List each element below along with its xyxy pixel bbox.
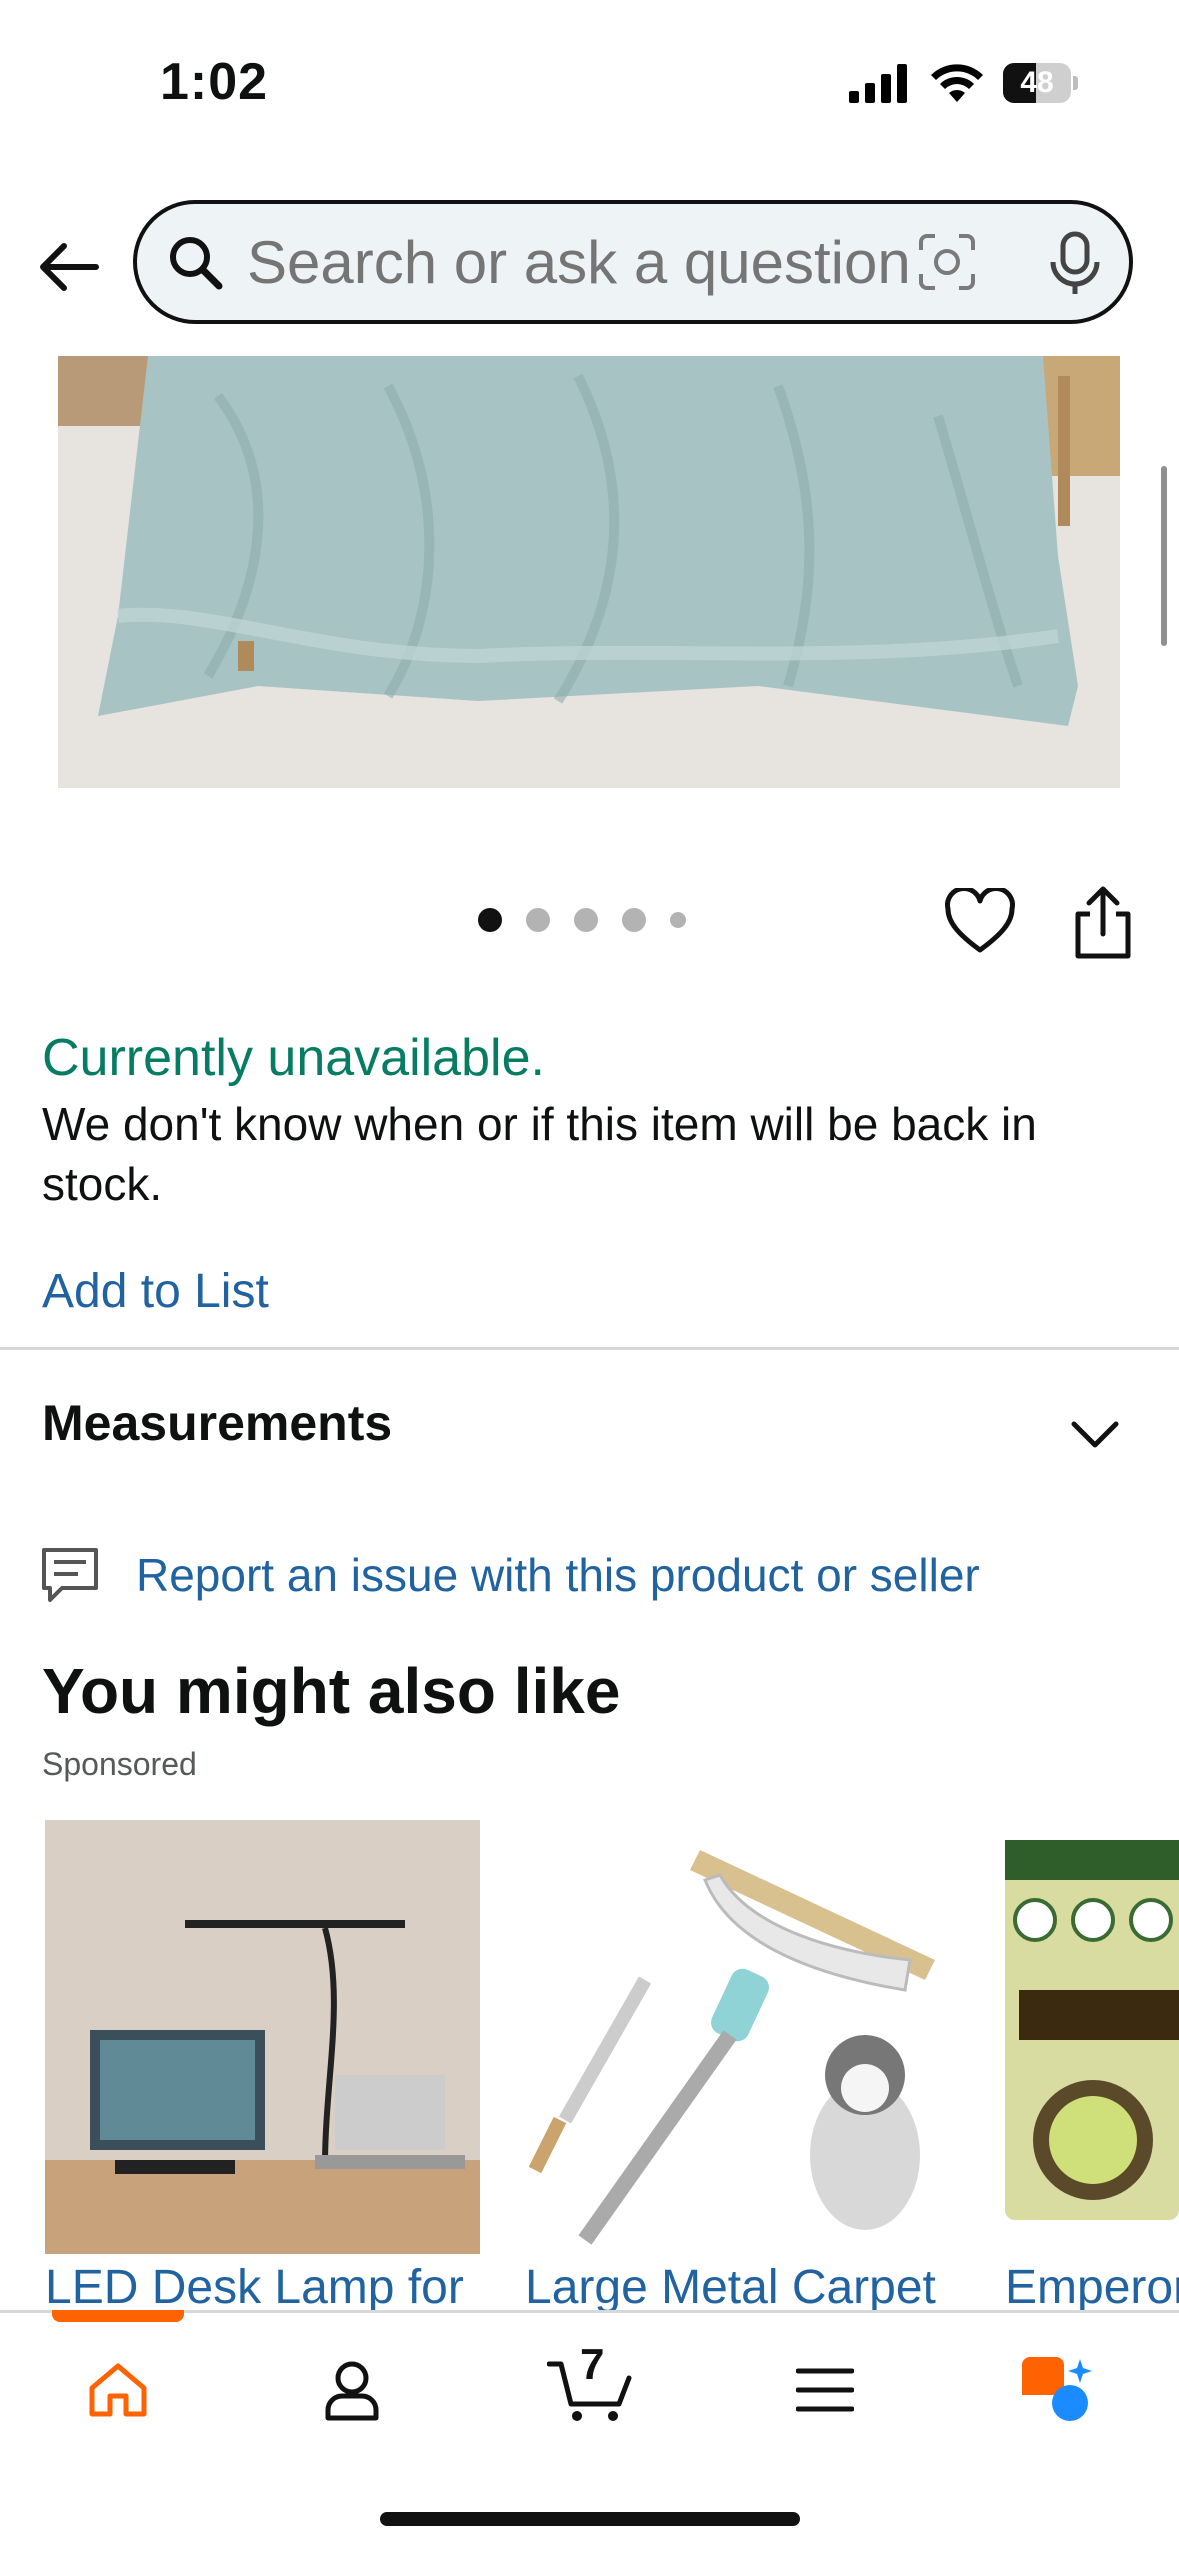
availability-status: Currently unavailable. — [42, 1029, 545, 1087]
battery-percent: 48 — [1020, 66, 1054, 99]
cart-count-badge: 7 — [580, 2340, 605, 2389]
sponsored-label: Sponsored — [42, 1746, 197, 1782]
carousel-dot[interactable] — [526, 908, 550, 932]
recommendations-heading: You might also like — [42, 1655, 621, 1727]
microphone-icon[interactable] — [1047, 230, 1103, 296]
camera-search-icon[interactable] — [917, 232, 977, 292]
product-card-image[interactable] — [525, 1820, 965, 2254]
carousel-dot[interactable] — [574, 908, 598, 932]
carpet-rake-image — [525, 1820, 965, 2254]
status-time: 1:02 — [160, 53, 269, 111]
nav-menu[interactable] — [775, 2340, 875, 2440]
carousel-dot[interactable] — [478, 908, 502, 932]
image-carousel-dots[interactable] — [478, 908, 686, 932]
nav-rufus[interactable] — [1008, 2340, 1108, 2440]
wifi-icon — [931, 64, 983, 102]
bedsheet-image — [58, 356, 1120, 788]
share-icon[interactable] — [1070, 884, 1136, 960]
home-icon — [89, 2363, 147, 2417]
product-card-title[interactable]: Emperor — [1005, 2260, 1179, 2315]
section-divider — [0, 1347, 1179, 1350]
rufus-icon — [1022, 2357, 1092, 2421]
product-card-image[interactable] — [1005, 1820, 1179, 2254]
carousel-dot[interactable] — [670, 912, 686, 928]
heart-icon[interactable] — [944, 888, 1016, 956]
scroll-indicator — [1161, 466, 1167, 646]
desk-lamp-image — [45, 1820, 480, 2254]
battery-icon: 48 — [1003, 63, 1079, 103]
back-button[interactable] — [30, 228, 108, 306]
search-input[interactable] — [245, 226, 909, 298]
feedback-icon — [42, 1548, 98, 1602]
product-card-title[interactable]: LED Desk Lamp for — [45, 2260, 464, 2315]
menu-icon — [796, 2368, 854, 2412]
account-icon — [325, 2361, 379, 2421]
home-indicator — [380, 2512, 800, 2526]
nav-account[interactable] — [302, 2340, 402, 2440]
search-bar[interactable] — [133, 200, 1133, 324]
add-to-list-link[interactable]: Add to List — [42, 1264, 269, 1319]
product-image[interactable] — [58, 356, 1120, 788]
report-issue-link[interactable]: Report an issue with this product or sel… — [136, 1548, 980, 1602]
nav-home[interactable] — [68, 2340, 168, 2440]
product-card-title[interactable]: Large Metal Carpet — [525, 2260, 936, 2315]
status-icons: 48 — [849, 62, 1079, 104]
sencha-tea-image — [1005, 1820, 1179, 2254]
arrow-left-icon — [40, 243, 99, 291]
active-tab-indicator — [52, 2310, 184, 2322]
availability-message: We don't know when or if this item will … — [42, 1098, 1037, 1210]
chevron-down-icon[interactable] — [1070, 1420, 1120, 1450]
measurements-heading[interactable]: Measurements — [42, 1394, 392, 1452]
product-card-image[interactable] — [45, 1820, 480, 2254]
cellular-signal-icon — [849, 64, 907, 103]
search-icon — [170, 237, 223, 290]
carousel-dot[interactable] — [622, 908, 646, 932]
